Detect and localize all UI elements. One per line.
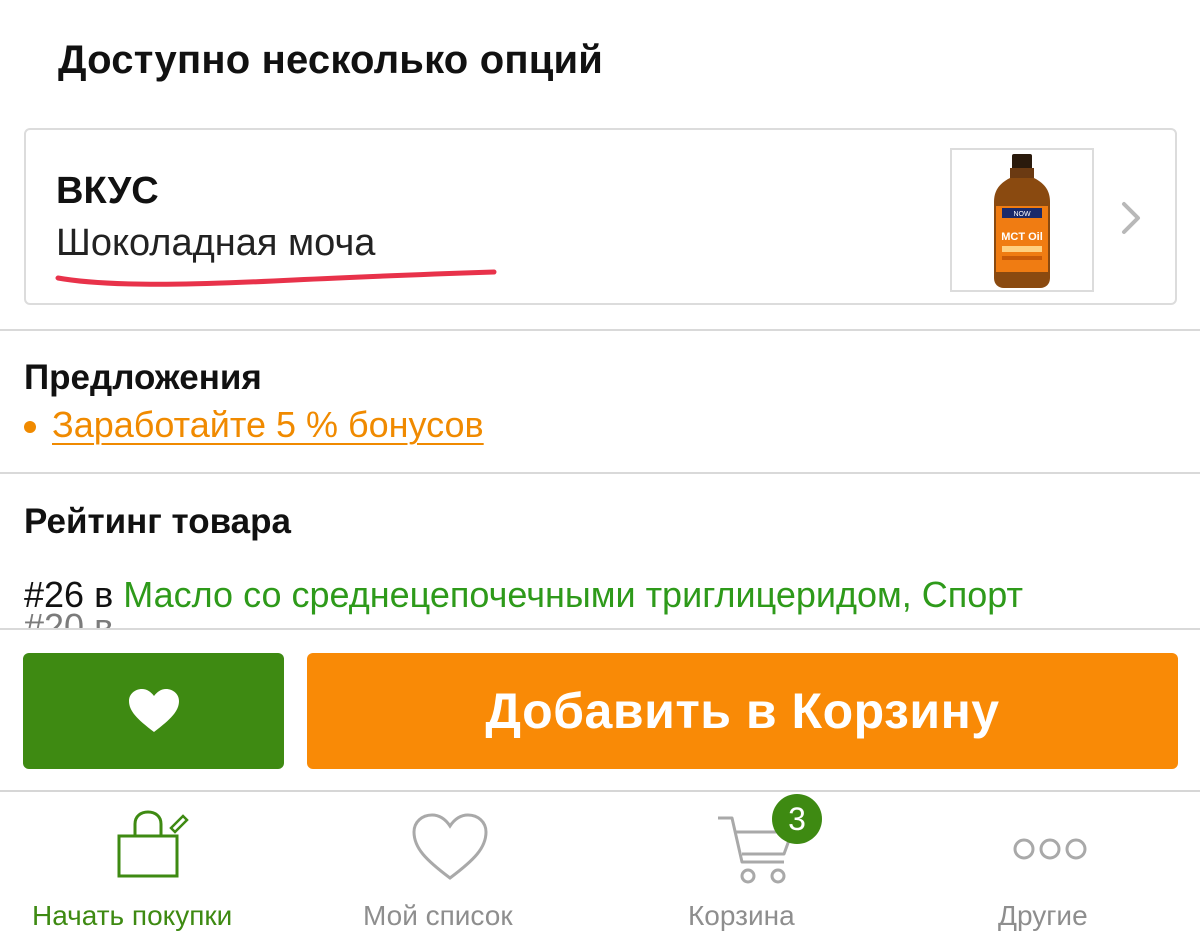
- svg-text:NOW: NOW: [1013, 211, 1031, 218]
- divider: [0, 628, 1200, 630]
- tab-label: Мой список: [363, 900, 513, 931]
- options-title: Доступно несколько опций: [58, 38, 604, 82]
- tab-label: Другие: [998, 900, 1088, 931]
- red-underline-annotation: [55, 269, 497, 287]
- add-to-cart-button[interactable]: Добавить в Корзину: [307, 653, 1178, 769]
- bullet-icon: [24, 421, 36, 433]
- flavor-label: ВКУС: [56, 170, 159, 212]
- offer-item[interactable]: Заработайте 5 % бонусов: [24, 404, 484, 446]
- flavor-option-card[interactable]: ВКУС Шоколадная моча NOW MCT Oil: [24, 128, 1177, 305]
- svg-text:MCT Oil: MCT Oil: [1001, 231, 1043, 243]
- cart-count-badge: 3: [772, 794, 822, 844]
- tab-cart[interactable]: 3 Корзина: [600, 792, 900, 933]
- divider: [0, 472, 1200, 474]
- divider: [0, 329, 1200, 331]
- offers-title: Предложения: [24, 358, 262, 397]
- rating-title: Рейтинг товара: [24, 502, 291, 541]
- heart-icon: [128, 689, 179, 732]
- shopping-bag-icon: [117, 810, 189, 878]
- tab-my-list[interactable]: Мой список: [300, 792, 600, 933]
- rank-number-2: #20 в: [24, 606, 114, 628]
- heart-outline-icon: [412, 813, 488, 880]
- tab-more[interactable]: Другие: [900, 792, 1200, 933]
- mct-oil-bottle-image: NOW MCT Oil: [994, 154, 1050, 288]
- rank-line: #26 в Масло со среднецепочечными триглиц…: [24, 574, 1194, 628]
- bonus-link[interactable]: Заработайте 5 % бонусов: [52, 404, 484, 446]
- tab-label: Начать покупки: [32, 900, 233, 931]
- product-thumbnail[interactable]: NOW MCT Oil: [950, 148, 1094, 292]
- tab-start-shopping[interactable]: Начать покупки: [0, 792, 300, 933]
- rank-category-link[interactable]: Масло со среднецепочечными триглицеридом…: [123, 574, 1023, 615]
- chevron-right-icon[interactable]: [1116, 198, 1146, 238]
- more-dots-icon: [1013, 838, 1087, 860]
- flavor-value: Шоколадная моча: [56, 222, 376, 264]
- tab-label: Корзина: [688, 900, 795, 931]
- tab-bar: Начать покупки Мой список 3 Корзина Друг…: [0, 790, 1200, 933]
- wishlist-button[interactable]: [23, 653, 284, 769]
- rank-second-line: #20 в: [24, 606, 113, 628]
